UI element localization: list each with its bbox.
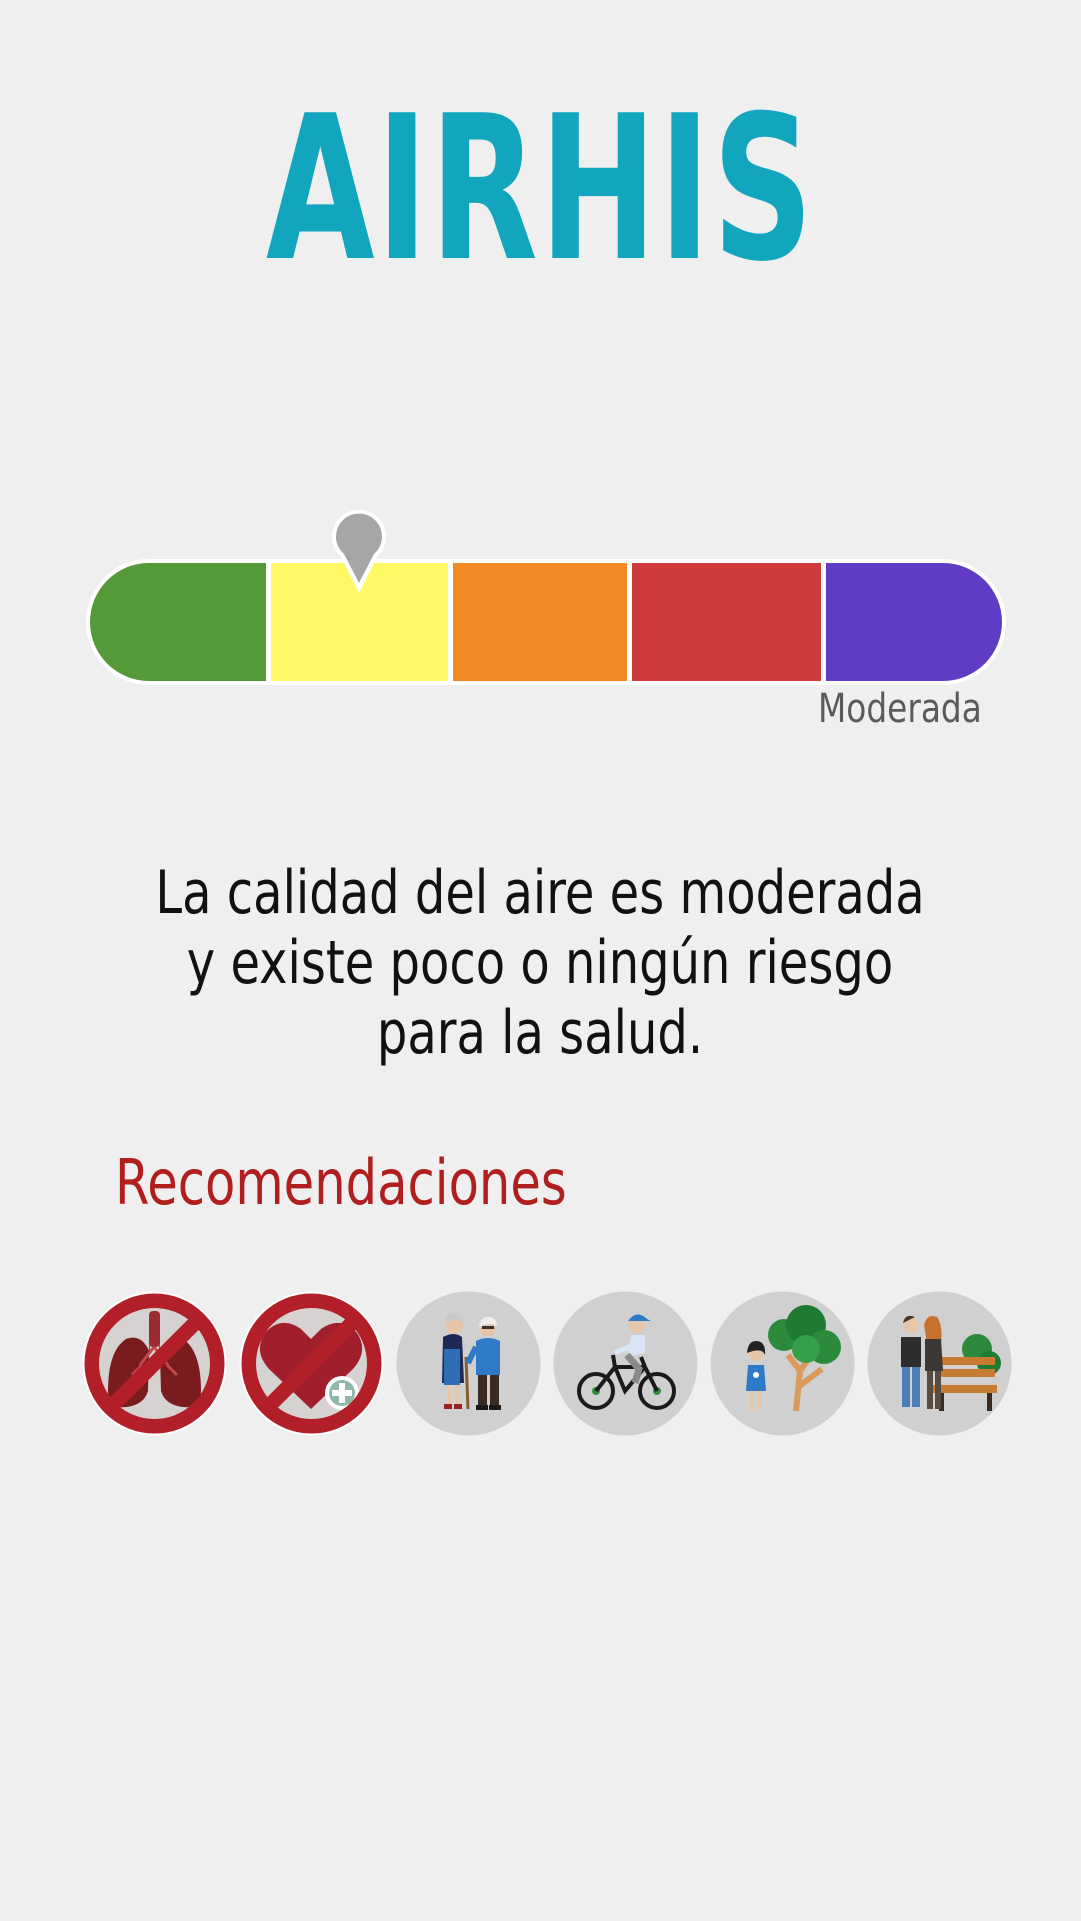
cyclist-icon[interactable]	[553, 1291, 698, 1436]
elderly-couple-icon[interactable]	[396, 1291, 541, 1436]
couple-bench-icon[interactable]	[867, 1291, 1012, 1436]
app-title: AIRHIS	[265, 73, 815, 306]
air-quality-description: La calidad del aire es moderada y existe…	[155, 858, 925, 1068]
level-very-unhealthy-segment	[826, 563, 1002, 681]
no-lungs-icon[interactable]	[82, 1291, 227, 1436]
level-good-segment	[90, 563, 266, 681]
recommendations-title: Recomendaciones	[115, 1146, 567, 1219]
recommendations-list	[82, 1291, 1012, 1436]
level-unhealthy-sensitive-segment	[453, 563, 627, 681]
air-quality-scale	[90, 563, 1002, 681]
level-unhealthy-segment	[632, 563, 821, 681]
child-trees-icon[interactable]	[710, 1291, 855, 1436]
no-heart-icon[interactable]	[239, 1291, 384, 1436]
level-marker-pin-icon	[332, 509, 386, 593]
air-quality-level-label: Moderada	[818, 686, 982, 732]
